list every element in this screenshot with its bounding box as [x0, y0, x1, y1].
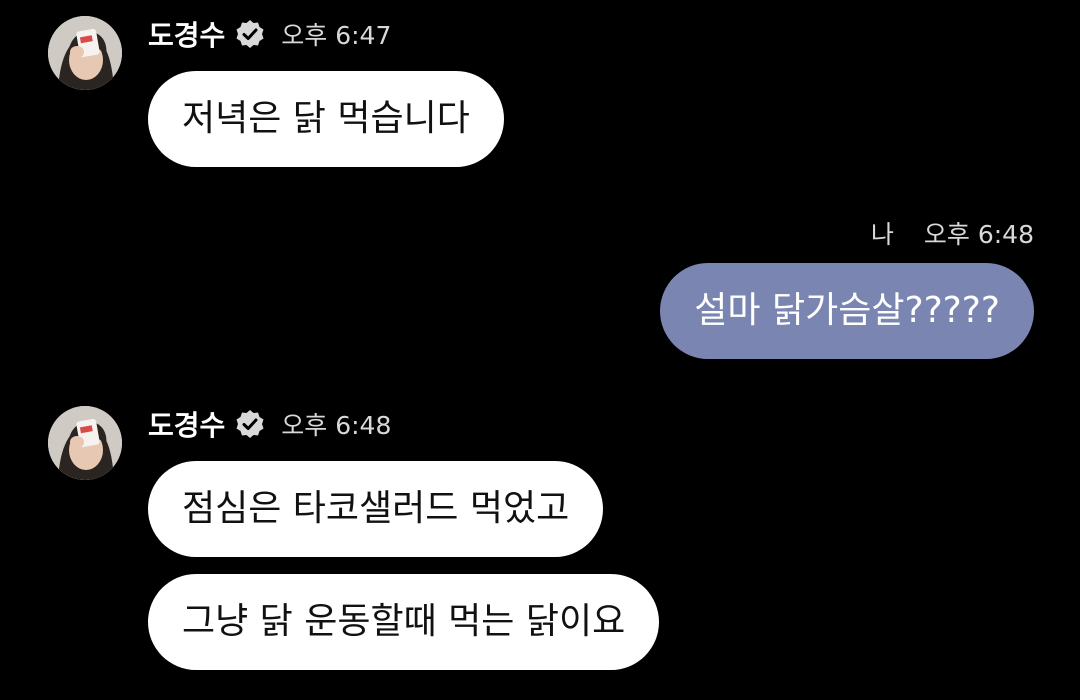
sender-name[interactable]: 도경수 — [148, 404, 225, 444]
message-header: 도경수 오후 6:47 — [148, 14, 391, 54]
sender-name[interactable]: 도경수 — [148, 14, 225, 54]
message-bubble-incoming[interactable]: 점심은 타코샐러드 먹었고 — [148, 461, 604, 557]
chat-view: 도경수 오후 6:47 저녁은 닭 먹습니다 나 오후 6:48 설마 닭가슴살… — [0, 0, 1080, 700]
verified-badge-icon — [235, 409, 265, 439]
message-time: 오후 6:47 — [281, 21, 392, 50]
avatar[interactable] — [48, 16, 122, 90]
message-bubble-incoming[interactable]: 저녁은 닭 먹습니다 — [148, 71, 504, 167]
message-time: 오후 6:48 — [281, 411, 392, 440]
message-header-outgoing: 나 오후 6:48 — [871, 213, 1034, 253]
profile-photo-icon — [48, 16, 122, 90]
message-bubble-incoming[interactable]: 그냥 닭 운동할때 먹는 닭이요 — [148, 574, 660, 670]
message-header: 도경수 오후 6:48 — [148, 404, 391, 444]
verified-badge-icon — [235, 19, 265, 49]
avatar[interactable] — [48, 406, 122, 480]
sender-name-me: 나 — [870, 220, 894, 249]
profile-photo-icon — [48, 406, 122, 480]
message-bubble-outgoing[interactable]: 설마 닭가슴살????? — [660, 263, 1034, 359]
message-time: 오후 6:48 — [923, 220, 1034, 249]
